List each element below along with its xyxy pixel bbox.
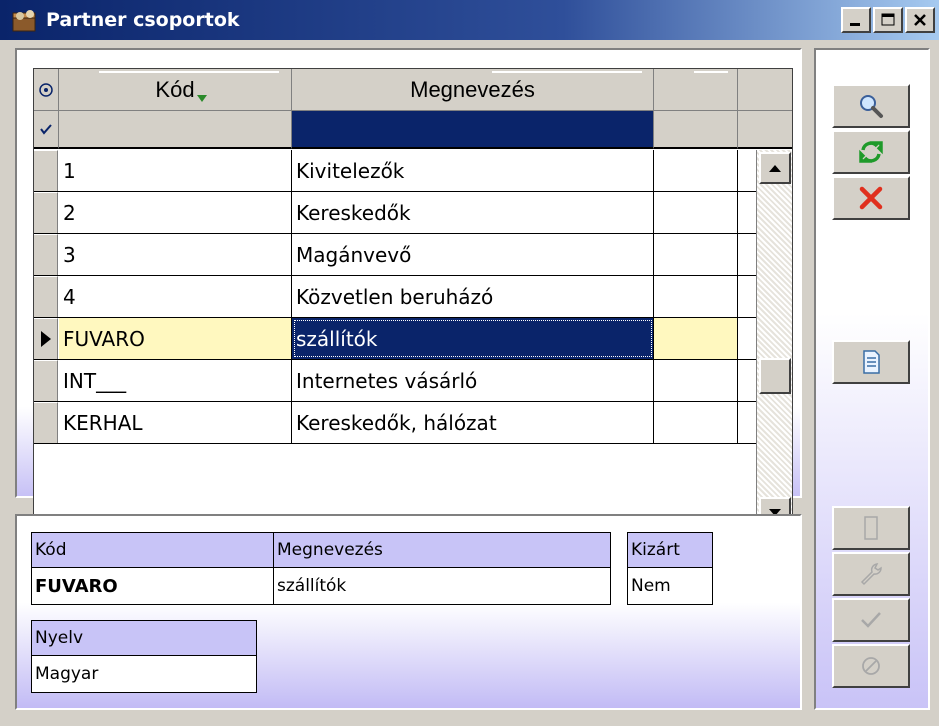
check-icon [861,612,881,628]
megnevezes-label: Megnevezés [273,532,611,568]
cell-megnevezes[interactable]: Kivitelezők [292,150,654,191]
sort-indicator-icon [197,95,207,102]
column-header-kod[interactable]: Kód [59,69,292,111]
row-indicator[interactable] [34,276,58,317]
column-header-extra[interactable] [654,69,738,111]
cell-megnevezes[interactable]: Internetes vásárló [292,360,654,401]
filter-megnevezes[interactable] [292,111,654,149]
row-indicator[interactable] [34,150,58,191]
row-indicator[interactable] [34,360,58,401]
edit-button[interactable] [832,552,910,596]
column-header-megnevezes[interactable]: Megnevezés [292,69,654,111]
refresh-icon [859,141,883,163]
cancel-button[interactable] [832,644,910,688]
current-row-icon [41,331,51,347]
maximize-button[interactable] [873,7,903,33]
filter-row-indicator[interactable] [34,111,59,149]
kizart-label: Kizárt [627,532,713,568]
close-icon [914,14,926,26]
search-icon [860,95,883,118]
nyelv-label: Nyelv [31,620,257,656]
cell-megnevezes[interactable]: Magánvevő [292,234,654,275]
cell-extra[interactable] [654,234,738,275]
table-row[interactable]: 3 Magánvevő [34,234,757,276]
cancel-icon [862,657,880,675]
title-bar: Partner csoportok [0,0,939,40]
detail-panel: Kód FUVARO Megnevezés szállítók Kizárt N… [15,514,802,710]
cell-extra[interactable] [654,276,738,317]
app-icon [10,7,42,33]
filter-extra[interactable] [654,111,738,149]
kizart-value[interactable]: Nem [627,568,713,605]
column-header-megnevezes-label: Megnevezés [410,76,535,102]
document-button[interactable] [832,340,910,384]
scroll-thumb[interactable] [759,358,791,394]
row-indicator[interactable] [34,192,58,233]
row-indicator[interactable] [34,318,58,359]
grid-options-header[interactable] [34,69,59,111]
new-button[interactable] [832,506,910,550]
refresh-button[interactable] [832,130,910,174]
cell-extra[interactable] [654,192,738,233]
arrow-up-icon [769,165,781,172]
window-title: Partner csoportok [46,9,240,31]
row-indicator[interactable] [34,402,58,443]
close-button[interactable] [905,7,935,33]
kod-label: Kód [31,532,275,568]
cell-kod[interactable]: INT___ [59,360,292,401]
partner-group-grid[interactable]: Kód Megnevezés 1 Kivitelezők 2 Kereskedők 3 M… [33,68,793,534]
cell-kod[interactable]: 3 [59,234,292,275]
cell-megnevezes[interactable]: Kereskedők, hálózat [292,402,654,443]
table-row[interactable]: INT___ Internetes vásárló [34,360,757,402]
cell-kod[interactable]: 1 [59,150,292,191]
table-row[interactable]: 4 Közvetlen beruházó [34,276,757,318]
nyelv-value[interactable]: Magyar [31,656,257,693]
column-header-kod-label: Kód [155,76,195,102]
cell-extra[interactable] [654,150,738,191]
cell-extra[interactable] [654,318,738,359]
cell-extra[interactable] [654,402,738,443]
nyelv-field: Nyelv Magyar [31,620,257,693]
cell-megnevezes[interactable]: szállítók [292,318,654,359]
table-row[interactable]: KERHAL Kereskedők, hálózat [34,402,757,444]
cell-kod[interactable]: KERHAL [59,402,292,443]
cell-kod[interactable]: 4 [59,276,292,317]
vertical-scrollbar[interactable] [756,150,792,533]
new-page-icon [864,516,878,540]
cell-extra[interactable] [654,360,738,401]
megnevezes-field: Megnevezés szállítók [273,532,611,605]
delete-icon [859,186,883,210]
kizart-field: Kizárt Nem [627,532,713,605]
filter-kod[interactable] [59,111,292,149]
minimize-button[interactable] [841,7,871,33]
megnevezes-value[interactable]: szállítók [273,568,611,605]
filter-check-icon [40,124,52,135]
document-icon [863,350,880,374]
cell-megnevezes[interactable]: Kereskedők [292,192,654,233]
delete-button[interactable] [832,176,910,220]
cell-kod[interactable]: 2 [59,192,292,233]
cell-megnevezes[interactable]: Közvetlen beruházó [292,276,654,317]
row-indicator[interactable] [34,234,58,275]
column-chooser-icon [39,82,53,97]
kod-value[interactable]: FUVARO [31,568,275,605]
table-row[interactable]: 2 Kereskedők [34,192,757,234]
minimize-icon [850,23,860,26]
save-button[interactable] [832,598,910,642]
wrench-icon [860,563,882,586]
table-row[interactable]: FUVARO szállítók [34,318,757,360]
kod-field: Kód FUVARO [31,532,275,605]
side-toolbar [814,48,930,710]
table-row[interactable]: 1 Kivitelezők [34,150,757,192]
maximize-icon [881,13,895,26]
scroll-up-button[interactable] [759,152,791,184]
search-button[interactable] [832,84,910,128]
cell-kod[interactable]: FUVARO [59,318,292,359]
grid-panel: Kód Megnevezés 1 Kivitelezők 2 Kereskedők 3 M… [15,48,802,534]
